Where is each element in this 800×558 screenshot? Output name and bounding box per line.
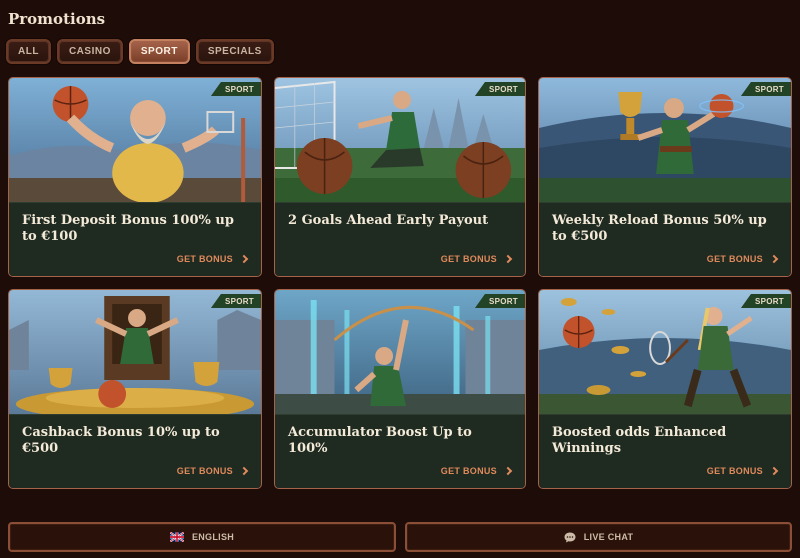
filter-specials-button[interactable]: SPECIALS [195, 39, 274, 64]
promo-card[interactable]: SPORT Accumulator Boost Up to 100% GET B… [274, 289, 526, 489]
uk-flag-icon [169, 532, 184, 542]
filter-casino-button[interactable]: CASINO [56, 39, 123, 64]
chevron-right-icon [769, 254, 779, 264]
promo-title: Accumulator Boost Up to 100% [288, 425, 472, 456]
football-player-illustration: SPORT [275, 78, 525, 202]
promo-title: Weekly Reload Bonus 50% up to €500 [552, 213, 767, 244]
live-chat-label: LIVE CHAT [583, 532, 634, 542]
get-bonus-label: GET BONUS [176, 466, 233, 476]
throne-king-illustration: SPORT [9, 290, 261, 414]
language-label: ENGLISH [191, 532, 235, 542]
get-bonus-label: GET BONUS [440, 466, 497, 476]
chevron-right-icon [503, 254, 513, 264]
chevron-right-icon [239, 254, 249, 264]
filter-all-button[interactable]: ALL [6, 39, 51, 64]
get-bonus-link[interactable]: GET BONUS [706, 254, 779, 264]
get-bonus-link[interactable]: GET BONUS [176, 254, 249, 264]
promo-card[interactable]: SPORT Boosted odds Enhanced Winnings GET… [538, 289, 792, 489]
filter-tabs: ALL CASINO SPORT SPECIALS [6, 39, 274, 64]
get-bonus-label: GET BONUS [176, 254, 233, 264]
live-chat-button[interactable]: LIVE CHAT [405, 522, 792, 552]
tennis-heroine-illustration: SPORT [539, 290, 791, 414]
promo-title: First Deposit Bonus 100% up to €100 [22, 213, 234, 244]
get-bonus-label: GET BONUS [706, 466, 763, 476]
get-bonus-link[interactable]: GET BONUS [176, 466, 249, 476]
promo-card[interactable]: SPORT First Deposit Bonus 100% up to €10… [8, 77, 262, 277]
promo-title: Boosted odds Enhanced Winnings [552, 425, 727, 456]
archer-illustration: SPORT [275, 290, 525, 414]
chevron-right-icon [769, 466, 779, 476]
chevron-right-icon [503, 466, 513, 476]
basketball-player-illustration: SPORT [9, 78, 261, 202]
trophy-hero-illustration: SPORT [539, 78, 791, 202]
filter-sport-button[interactable]: SPORT [128, 39, 190, 64]
promo-card[interactable]: SPORT Weekly Reload Bonus 50% up to €500… [538, 77, 792, 277]
promo-title: 2 Goals Ahead Early Payout [288, 213, 489, 228]
promotions-grid: SPORT First Deposit Bonus 100% up to €10… [8, 77, 792, 489]
get-bonus-label: GET BONUS [706, 254, 763, 264]
get-bonus-label: GET BONUS [440, 254, 497, 264]
chevron-right-icon [239, 466, 249, 476]
get-bonus-link[interactable]: GET BONUS [706, 466, 779, 476]
promo-title: Cashback Bonus 10% up to €500 [22, 425, 220, 456]
chat-bubble-icon [564, 532, 576, 542]
promo-card[interactable]: SPORT Cashback Bonus 10% up to €500 GET … [8, 289, 262, 489]
get-bonus-link[interactable]: GET BONUS [440, 254, 513, 264]
page-title: Promotions [8, 10, 106, 28]
language-button[interactable]: ENGLISH [8, 522, 396, 552]
promo-card[interactable]: SPORT 2 Goals Ahead Early Payout GET BON… [274, 77, 526, 277]
get-bonus-link[interactable]: GET BONUS [440, 466, 513, 476]
